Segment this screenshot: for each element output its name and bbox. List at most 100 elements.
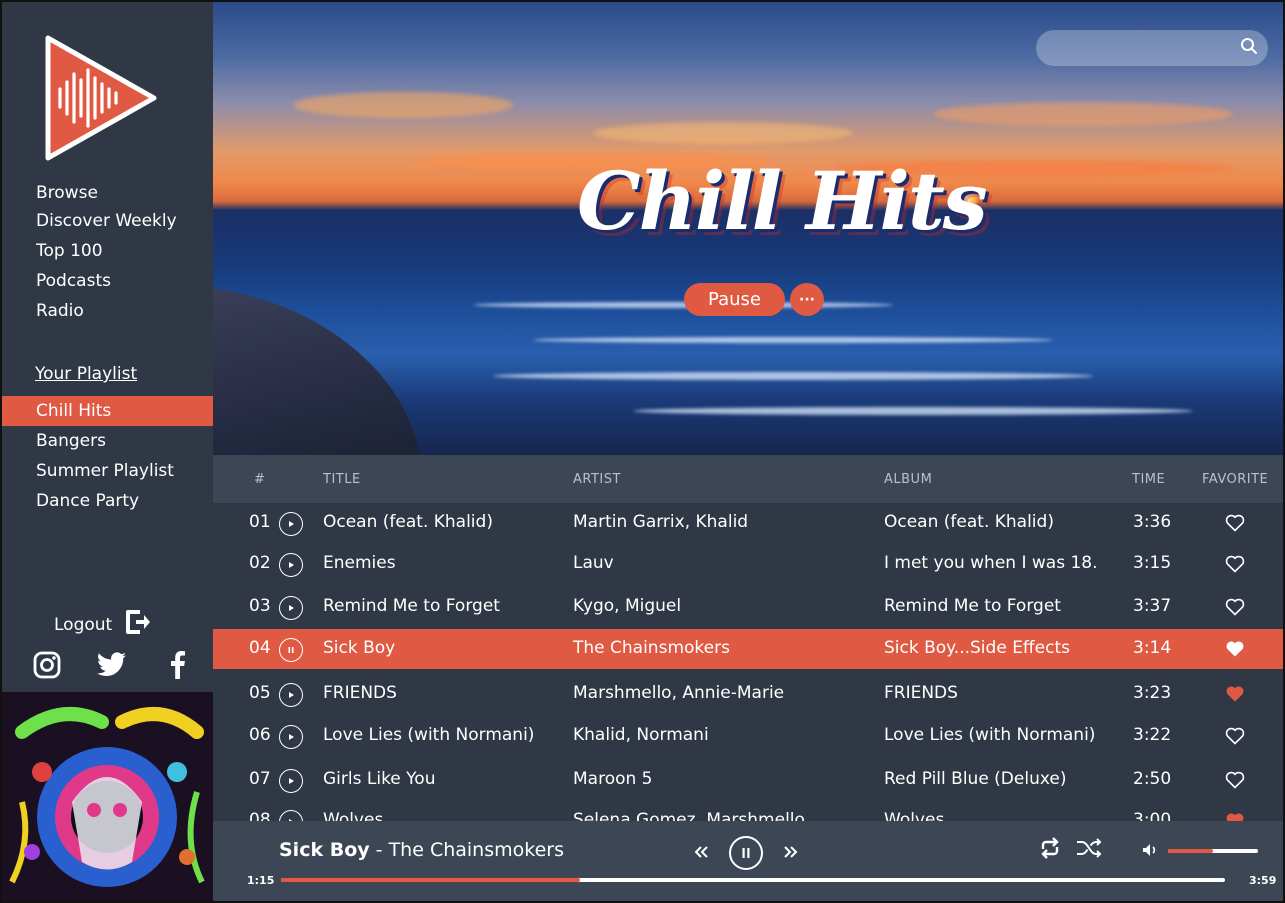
main-nav: Browse Discover Weekly Top 100 Podcasts … [2, 180, 213, 326]
header-favorite: FAVORITE [1202, 472, 1269, 487]
music-app: Browse Discover Weekly Top 100 Podcasts … [0, 0, 1285, 903]
nav-top-100[interactable]: Top 100 [2, 236, 213, 266]
pause-icon [740, 844, 752, 863]
wave-foam [533, 337, 1053, 343]
track-artist: Marshmello, Annie-Marie [573, 683, 785, 703]
play-icon[interactable] [279, 512, 303, 536]
header-time[interactable]: TIME [1132, 472, 1165, 487]
track-title: Love Lies (with Normani) [323, 725, 535, 745]
track-title: Remind Me to Forget [323, 596, 500, 616]
track-time: 3:23 [1133, 683, 1172, 703]
track-artist: Khalid, Normani [573, 725, 709, 745]
search-box[interactable] [1036, 30, 1268, 66]
track-time: 3:22 [1133, 725, 1172, 745]
track-list: 01 Ocean (feat. Khalid) Martin Garrix, K… [213, 503, 1283, 821]
table-row[interactable]: 03 Remind Me to Forget Kygo, Miguel Remi… [213, 587, 1283, 627]
track-number: 08 [249, 810, 271, 821]
track-title: Sick Boy [323, 638, 396, 658]
track-album: I met you when I was 18. [884, 553, 1098, 573]
twitter-icon[interactable] [97, 650, 127, 680]
nav-browse[interactable]: Browse [2, 180, 213, 206]
play-icon[interactable] [279, 683, 303, 707]
nav-podcasts[interactable]: Podcasts [2, 266, 213, 296]
social-links [32, 650, 192, 680]
table-row-playing[interactable]: 04 Sick Boy The Chainsmokers Sick Boy...… [213, 629, 1283, 669]
playlist-summer-playlist[interactable]: Summer Playlist [2, 456, 213, 486]
search-input[interactable] [1050, 36, 1230, 60]
track-title: FRIENDS [323, 683, 397, 703]
search-icon[interactable] [1240, 37, 1258, 59]
player-bar: Sick Boy - The Chainsmokers 1:15 3:59 [213, 821, 1283, 901]
track-number: 06 [249, 725, 271, 745]
playlist-bangers[interactable]: Bangers [2, 426, 213, 456]
track-album: Ocean (feat. Khalid) [884, 512, 1054, 532]
play-icon[interactable] [279, 596, 303, 620]
track-title: Ocean (feat. Khalid) [323, 512, 493, 532]
playlist-hero: Chill Hits Pause ··· [213, 2, 1283, 455]
nav-radio[interactable]: Radio [2, 296, 213, 326]
track-artist: Lauv [573, 553, 614, 573]
shuffle-icon [1076, 838, 1102, 862]
heart-outline-icon[interactable] [1225, 514, 1245, 537]
play-icon[interactable] [279, 769, 303, 793]
table-row[interactable]: 05 FRIENDS Marshmello, Annie-Marie FRIEN… [213, 674, 1283, 714]
track-artist: The Chainsmokers [573, 638, 730, 658]
table-row[interactable]: 08 Wolves Selena Gomez, Marshmello Wolve… [213, 801, 1283, 821]
hero-cloud [593, 122, 853, 144]
header-artist[interactable]: ARTIST [573, 472, 621, 487]
progress-bar[interactable] [281, 878, 1225, 882]
play-icon[interactable] [279, 810, 303, 821]
next-button[interactable] [779, 841, 803, 865]
track-time: 3:00 [1133, 810, 1172, 821]
hero-cloud [933, 102, 1233, 126]
header-album[interactable]: ALBUM [884, 472, 932, 487]
volume-button[interactable] [1140, 841, 1160, 861]
heart-filled-icon[interactable] [1225, 640, 1245, 663]
total-time: 3:59 [1249, 874, 1277, 887]
nav-discover-weekly[interactable]: Discover Weekly [2, 206, 213, 236]
play-icon[interactable] [279, 725, 303, 749]
now-playing: Sick Boy - The Chainsmokers [279, 839, 564, 861]
table-row[interactable]: 07 Girls Like You Maroon 5 Red Pill Blue… [213, 760, 1283, 800]
play-icon[interactable] [279, 553, 303, 577]
pause-icon[interactable] [279, 638, 303, 662]
app-logo[interactable] [42, 34, 160, 162]
play-pause-button[interactable] [729, 836, 763, 870]
playlist-chill-hits[interactable]: Chill Hits [2, 396, 213, 426]
volume-level [1168, 849, 1213, 853]
table-row[interactable]: 06 Love Lies (with Normani) Khalid, Norm… [213, 716, 1283, 756]
track-album: Wolves [884, 810, 945, 821]
header-title[interactable]: TITLE [323, 472, 361, 487]
logout-button[interactable]: Logout [54, 608, 151, 641]
previous-button[interactable] [689, 841, 713, 865]
track-number: 03 [249, 596, 271, 616]
now-playing-separator: - [369, 839, 389, 861]
track-number: 05 [249, 683, 271, 703]
more-options-button[interactable]: ··· [790, 283, 824, 316]
table-row[interactable]: 02 Enemies Lauv I met you when I was 18.… [213, 544, 1283, 584]
track-title: Enemies [323, 553, 396, 573]
repeat-icon [1038, 837, 1062, 863]
track-number: 01 [249, 512, 271, 532]
table-row[interactable]: 01 Ocean (feat. Khalid) Martin Garrix, K… [213, 503, 1283, 543]
repeat-button[interactable] [1037, 837, 1063, 863]
volume-slider[interactable] [1168, 849, 1258, 853]
pause-button[interactable]: Pause [684, 283, 785, 316]
heart-outline-icon[interactable] [1225, 598, 1245, 621]
instagram-icon[interactable] [32, 650, 62, 680]
shuffle-button[interactable] [1075, 837, 1103, 863]
heart-outline-icon[interactable] [1225, 727, 1245, 750]
your-playlist-heading[interactable]: Your Playlist [35, 364, 137, 384]
playlist-dance-party[interactable]: Dance Party [2, 486, 213, 516]
current-time: 1:15 [247, 874, 275, 887]
track-artist: Kygo, Miguel [573, 596, 682, 616]
track-album: Love Lies (with Normani) [884, 725, 1096, 745]
facebook-icon[interactable] [162, 650, 192, 680]
heart-outline-icon[interactable] [1225, 555, 1245, 578]
album-art[interactable] [2, 692, 213, 901]
fast-forward-icon [783, 844, 799, 863]
track-number: 07 [249, 769, 271, 789]
heart-outline-icon[interactable] [1225, 771, 1245, 794]
heart-filled-icon[interactable] [1225, 812, 1245, 821]
heart-filled-icon[interactable] [1225, 685, 1245, 708]
